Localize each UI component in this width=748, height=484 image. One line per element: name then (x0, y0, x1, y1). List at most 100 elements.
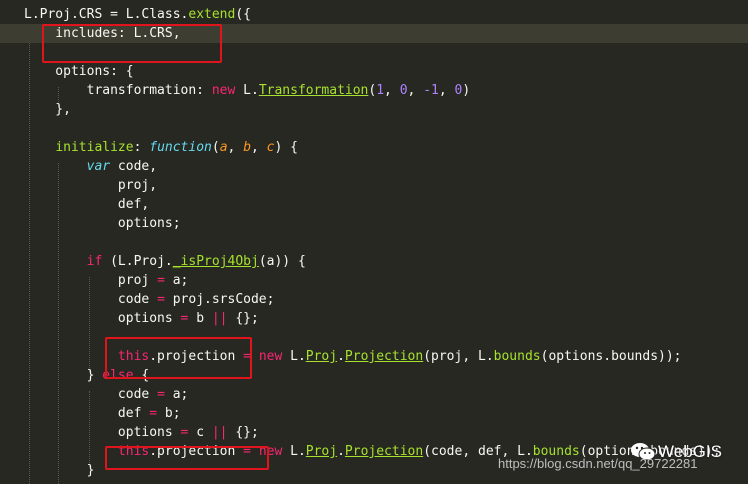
code-token: }, (24, 102, 71, 117)
code-token: extend (188, 7, 236, 22)
code-token: c (188, 425, 212, 440)
code-token: def (24, 406, 150, 421)
code-token: if (86, 254, 103, 269)
code-token: Proj (305, 444, 338, 459)
code-editor[interactable]: L.Proj.CRS = L.Class.extend({ includes: … (0, 0, 748, 484)
code-line[interactable]: options: { (0, 62, 748, 81)
code-line-text: L.Proj.CRS = L.Class.extend({ (24, 7, 251, 22)
code-token: initialize (55, 140, 134, 155)
code-token: Projection (344, 444, 424, 459)
code-token: a; (164, 273, 189, 288)
code-token: proj, (24, 178, 158, 193)
code-line[interactable]: options = c || {}; (0, 423, 748, 442)
code-token: L.Proj.CRS = L.Class. (24, 7, 189, 22)
code-line-text: transformation: new L.Transformation(1, … (24, 83, 471, 98)
code-line[interactable]: code = proj.srsCode; (0, 290, 748, 309)
code-token: options (24, 311, 181, 326)
code-token: ) (462, 83, 471, 98)
code-token: || (211, 425, 228, 440)
code-line[interactable]: code = a; (0, 385, 748, 404)
code-token: . (337, 444, 345, 459)
code-token: 1 (376, 83, 385, 98)
code-line-text: options = b || {}; (24, 311, 259, 326)
code-token: {}; (227, 311, 259, 326)
code-token: code (24, 387, 158, 402)
code-token: code, (110, 159, 158, 174)
code-line[interactable] (0, 119, 748, 138)
code-token: L. (235, 83, 259, 98)
code-token: L. (282, 349, 306, 364)
code-token: , (407, 83, 424, 98)
code-line[interactable]: L.Proj.CRS = L.Class.extend({ (0, 5, 748, 24)
code-line[interactable]: if (L.Proj._isProj4Obj(a)) { (0, 252, 748, 271)
code-token: options; (24, 216, 181, 231)
code-token: L. (282, 444, 306, 459)
code-token: def, (24, 197, 150, 212)
code-token: a (219, 140, 228, 155)
code-token: function (149, 140, 212, 155)
code-token: b (188, 311, 212, 326)
code-line-text: options: { (24, 64, 133, 79)
code-token: options (24, 425, 181, 440)
code-token: new (258, 349, 283, 364)
code-token: } (24, 463, 95, 478)
code-line[interactable]: var code, (0, 157, 748, 176)
code-line-text: proj = a; (24, 273, 188, 288)
code-token: } (24, 368, 103, 383)
code-token: = (157, 273, 165, 288)
code-line-text: code = a; (24, 387, 188, 402)
code-line[interactable]: def, (0, 195, 748, 214)
code-token: b; (157, 406, 181, 421)
annotation-box-includes (42, 24, 222, 63)
watermark-url: https://blog.csdn.net/qq_29722281 (498, 456, 698, 471)
code-line-text: var code, (24, 159, 157, 174)
code-token: var (86, 159, 111, 174)
code-token: (L.Proj. (102, 254, 173, 269)
code-line[interactable]: options = b || {}; (0, 309, 748, 328)
annotation-box-projection-else (105, 446, 269, 470)
code-token: bounds (493, 349, 541, 364)
code-token: _isProj4Obj (172, 254, 259, 269)
code-line[interactable] (0, 233, 748, 252)
code-token: (options.bounds)); (540, 349, 682, 364)
code-token: Transformation (258, 83, 369, 98)
code-line-text: code = proj.srsCode; (24, 292, 275, 307)
code-token: {}; (227, 425, 259, 440)
code-line-text: } (24, 463, 95, 478)
code-token: ( (211, 140, 220, 155)
code-token: c (266, 140, 275, 155)
code-line[interactable]: }, (0, 100, 748, 119)
code-token: = (157, 292, 165, 307)
code-token: (proj, L. (423, 349, 494, 364)
code-line-text: }, (24, 102, 71, 117)
code-token: b (243, 140, 252, 155)
code-line[interactable]: def = b; (0, 404, 748, 423)
code-token: : (133, 140, 150, 155)
code-line[interactable]: proj = a; (0, 271, 748, 290)
code-line[interactable]: options; (0, 214, 748, 233)
code-token: , (227, 140, 244, 155)
code-token: Proj (305, 349, 338, 364)
code-line-text: options = c || {}; (24, 425, 259, 440)
code-line[interactable]: transformation: new L.Transformation(1, … (0, 81, 748, 100)
code-token: , (384, 83, 400, 98)
code-token: (a)) { (258, 254, 306, 269)
code-token: ({ (235, 7, 251, 22)
code-line-text: if (L.Proj._isProj4Obj(a)) { (24, 254, 306, 269)
code-line-text: options; (24, 216, 181, 231)
code-token: . (337, 349, 345, 364)
code-token: 0 (399, 83, 408, 98)
code-line[interactable]: initialize: function(a, b, c) { (0, 138, 748, 157)
code-line-text: proj, (24, 178, 157, 193)
code-token: || (211, 311, 228, 326)
code-token: Projection (344, 349, 424, 364)
code-token: new (211, 83, 236, 98)
code-token: = (149, 406, 158, 421)
code-token: transformation: (24, 83, 212, 98)
code-line[interactable]: proj, (0, 176, 748, 195)
